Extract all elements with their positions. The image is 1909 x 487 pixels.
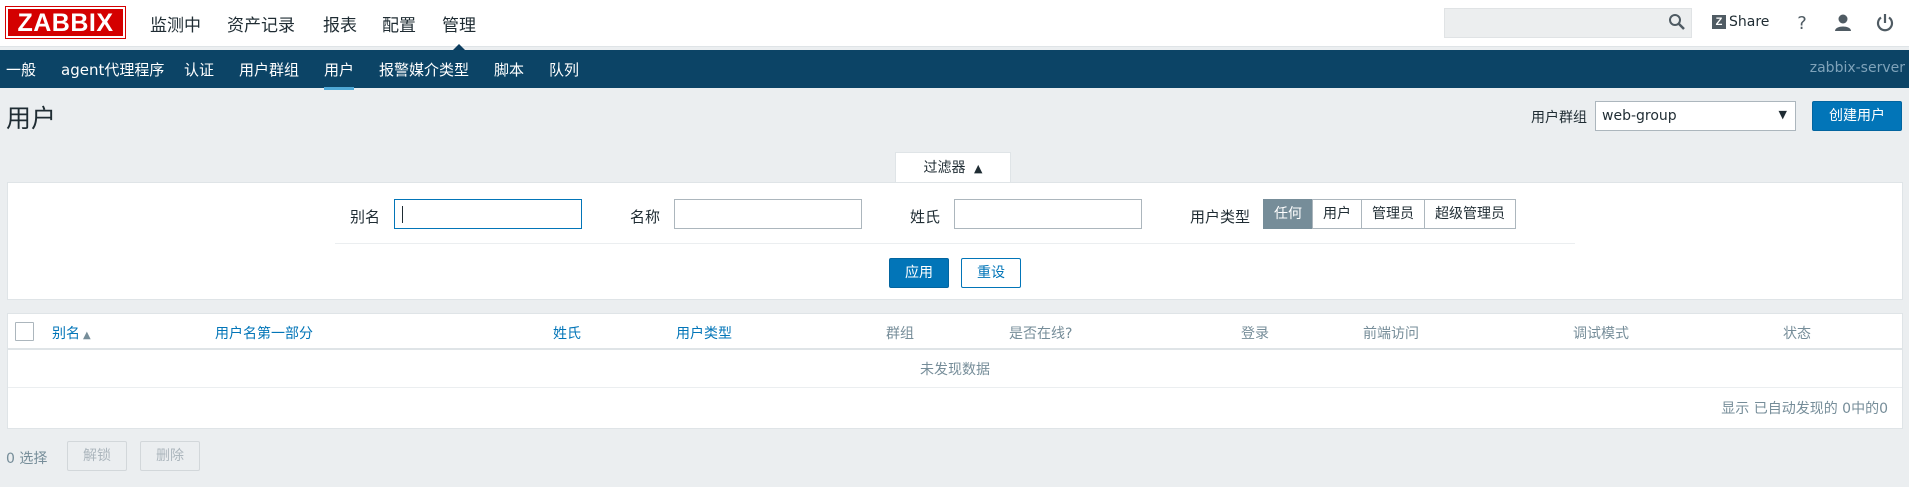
nav-configuration[interactable]: 配置	[382, 11, 416, 36]
user-type-user[interactable]: 用户	[1312, 199, 1362, 229]
apply-button[interactable]: 应用	[889, 258, 949, 288]
col-alias[interactable]: 别名 ▲	[52, 323, 91, 343]
col-groups: 群组	[886, 326, 914, 342]
user-type-any[interactable]: 任何	[1263, 199, 1313, 229]
search-input[interactable]	[1444, 8, 1692, 38]
subnav-scripts[interactable]: 脚本	[494, 59, 524, 80]
name-input[interactable]	[674, 199, 862, 229]
subnav-proxies[interactable]: agent代理程序	[61, 59, 164, 80]
col-user-type[interactable]: 用户类型	[676, 323, 732, 343]
subnav-authentication[interactable]: 认证	[184, 59, 214, 80]
col-frontend-access: 前端访问	[1363, 326, 1419, 342]
subnav-queue[interactable]: 队列	[549, 59, 579, 80]
share-label: Share	[1729, 14, 1770, 30]
unblock-button[interactable]: 解锁	[67, 441, 127, 471]
user-type-admin[interactable]: 管理员	[1361, 199, 1425, 229]
usergroup-label: 用户群组	[1531, 110, 1587, 126]
select-all-checkbox[interactable]	[15, 322, 34, 341]
top-header: ZABBIX 监测中 资产记录 报表 配置 管理 Z Share ?	[0, 0, 1909, 52]
nav-inventory[interactable]: 资产记录	[227, 11, 295, 36]
zabbix-logo[interactable]: ZABBIX	[5, 6, 126, 39]
user-profile-icon[interactable]	[1832, 12, 1854, 34]
reset-button[interactable]: 重设	[961, 258, 1021, 288]
users-table: 别名 ▲ 用户名第一部分 姓氏 用户类型 群组 是否在线? 登录 前端访问 调试模…	[7, 313, 1903, 429]
filter-tab-label: 过滤器	[923, 160, 966, 176]
usergroup-selected-value: web-group	[1602, 108, 1677, 124]
collapse-arrow-icon: ▲	[973, 162, 983, 175]
user-type-super-admin[interactable]: 超级管理员	[1424, 199, 1516, 229]
no-data-row: 未发现数据	[8, 352, 1902, 388]
name-label: 名称	[630, 208, 661, 226]
col-status: 状态	[1783, 326, 1811, 342]
subnav-users[interactable]: 用户	[324, 59, 355, 90]
usergroup-select[interactable]: web-group ▼	[1595, 101, 1796, 131]
filter-panel: 别名 名称 姓氏 用户类型 任何 用户 管理员 超级管理员 应用 重设	[7, 182, 1903, 300]
subnav-general[interactable]: 一般	[6, 59, 36, 80]
col-name[interactable]: 用户名第一部分	[215, 323, 313, 343]
nav-administration[interactable]: 管理	[442, 11, 476, 52]
nav-monitoring[interactable]: 监测中	[150, 11, 201, 36]
col-surname[interactable]: 姓氏	[553, 323, 581, 343]
table-header: 别名 ▲ 用户名第一部分 姓氏 用户类型 群组 是否在线? 登录 前端访问 调试模…	[8, 314, 1902, 350]
sub-nav: 一般 agent代理程序 认证 用户群组 用户 报警媒介类型 脚本 队列 zab…	[0, 50, 1909, 90]
col-login: 登录	[1241, 326, 1269, 342]
delete-button[interactable]: 删除	[140, 441, 200, 471]
table-footer-count: 显示 已自动发现的 0中的0	[1721, 401, 1888, 417]
surname-input[interactable]	[954, 199, 1142, 229]
filter-divider	[335, 243, 1575, 244]
share-link[interactable]: Z Share	[1712, 12, 1769, 32]
subnav-user-groups[interactable]: 用户群组	[239, 59, 299, 80]
server-name: zabbix-server	[1809, 60, 1905, 76]
search-icon[interactable]	[1668, 13, 1686, 31]
surname-label: 姓氏	[910, 208, 941, 226]
user-type-segmented-control: 任何 用户 管理员 超级管理员	[1263, 199, 1516, 229]
nav-reports[interactable]: 报表	[323, 11, 357, 36]
create-user-button[interactable]: 创建用户	[1812, 101, 1902, 131]
help-icon[interactable]: ?	[1791, 12, 1813, 34]
signout-power-icon[interactable]	[1874, 12, 1896, 34]
user-type-label: 用户类型	[1190, 208, 1251, 226]
col-alias-label: 别名	[52, 326, 80, 342]
sort-asc-icon: ▲	[83, 330, 91, 341]
selected-count: 0 选择	[6, 451, 48, 467]
zabbix-share-icon: Z	[1712, 15, 1726, 29]
alias-input[interactable]	[394, 199, 582, 229]
filter-tab[interactable]: 过滤器 ▲	[895, 152, 1011, 183]
text-caret	[402, 206, 403, 223]
alias-label: 别名	[350, 208, 381, 226]
logo-text: ZABBIX	[17, 9, 114, 37]
subnav-media-types[interactable]: 报警媒介类型	[379, 59, 469, 80]
col-debug-mode: 调试模式	[1573, 326, 1629, 342]
page-title: 用户	[6, 104, 57, 133]
dropdown-arrow-icon: ▼	[1778, 108, 1787, 121]
col-is-online: 是否在线?	[1009, 326, 1073, 342]
